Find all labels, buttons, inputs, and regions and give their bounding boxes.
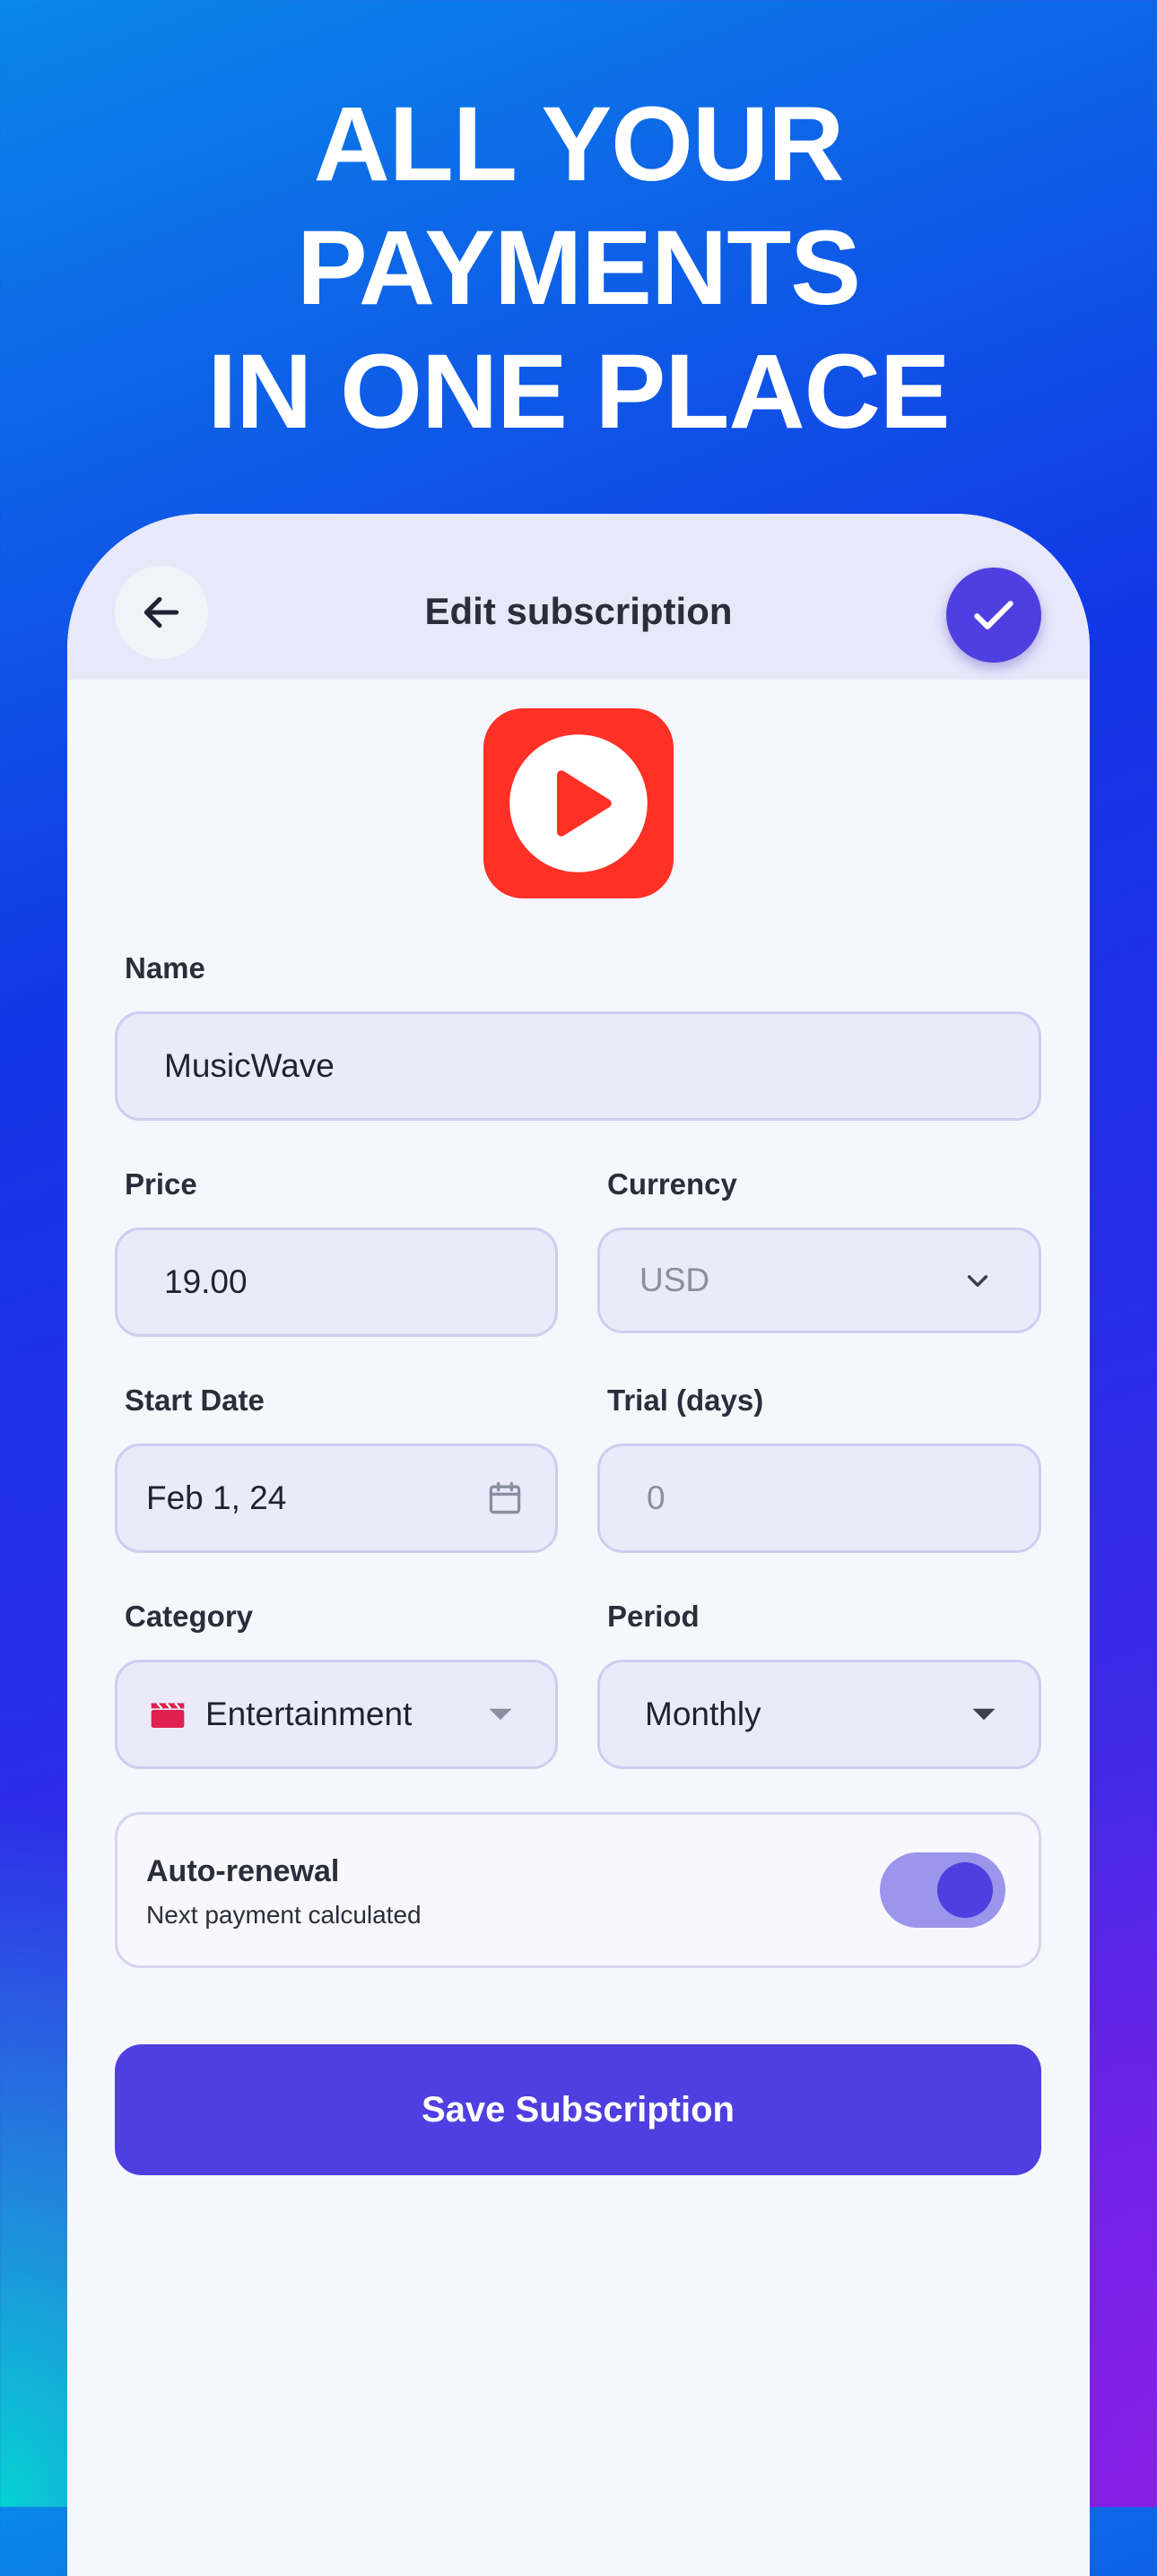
headline-line-1: ALL YOUR (313, 85, 845, 204)
start-date-value: Feb 1, 24 (146, 1479, 287, 1516)
phone-screen: Edit subscription Name MusicWave Price 1… (67, 514, 1090, 2576)
headline-line-2: PAYMENTS (296, 209, 861, 327)
trial-label: Trial (days) (607, 1383, 764, 1417)
trial-days-input[interactable]: 0 (597, 1444, 1041, 1553)
currency-select[interactable]: USD (597, 1227, 1041, 1333)
name-value: MusicWave (164, 1047, 335, 1084)
top-app-bar: Edit subscription (67, 514, 1090, 680)
category-select[interactable]: Entertainment (115, 1660, 558, 1769)
screen-title: Edit subscription (424, 590, 733, 632)
save-subscription-button[interactable]: Save Subscription (115, 2044, 1041, 2175)
period-value: Monthly (645, 1696, 761, 1732)
name-label: Name (125, 951, 205, 984)
headline-line-3: IN ONE PLACE (207, 333, 950, 451)
dropdown-arrow-icon (489, 1708, 512, 1721)
start-date-label: Start Date (125, 1383, 265, 1417)
toggle-knob (937, 1862, 993, 1918)
price-input[interactable]: 19.00 (115, 1227, 558, 1337)
auto-renewal-card: Auto-renewal Next payment calculated (115, 1812, 1041, 1968)
chevron-down-icon (967, 1275, 988, 1288)
price-label: Price (125, 1167, 197, 1201)
category-value: Entertainment (205, 1696, 413, 1732)
period-label: Period (607, 1600, 700, 1633)
period-select[interactable]: Monthly (597, 1660, 1041, 1769)
auto-renewal-title: Auto-renewal (146, 1854, 340, 1888)
auto-renewal-toggle[interactable] (880, 1852, 1005, 1928)
currency-value: USD (639, 1262, 710, 1298)
play-icon (509, 734, 648, 872)
calendar-icon[interactable] (485, 1479, 525, 1518)
checkmark-icon (974, 601, 1013, 629)
start-date-input[interactable]: Feb 1, 24 (115, 1444, 558, 1553)
trial-placeholder: 0 (647, 1479, 665, 1516)
name-input[interactable]: MusicWave (115, 1011, 1041, 1121)
category-label: Category (125, 1600, 254, 1633)
subscription-logo[interactable] (483, 708, 674, 898)
dropdown-arrow-icon (972, 1708, 996, 1721)
price-value: 19.00 (164, 1263, 248, 1300)
confirm-button[interactable] (946, 568, 1041, 663)
clapperboard-icon (151, 1702, 185, 1728)
currency-label: Currency (607, 1167, 737, 1201)
auto-renewal-subtitle: Next payment calculated (146, 1901, 422, 1929)
promo-headline: ALL YOUR PAYMENTS IN ONE PLACE (0, 82, 1157, 454)
